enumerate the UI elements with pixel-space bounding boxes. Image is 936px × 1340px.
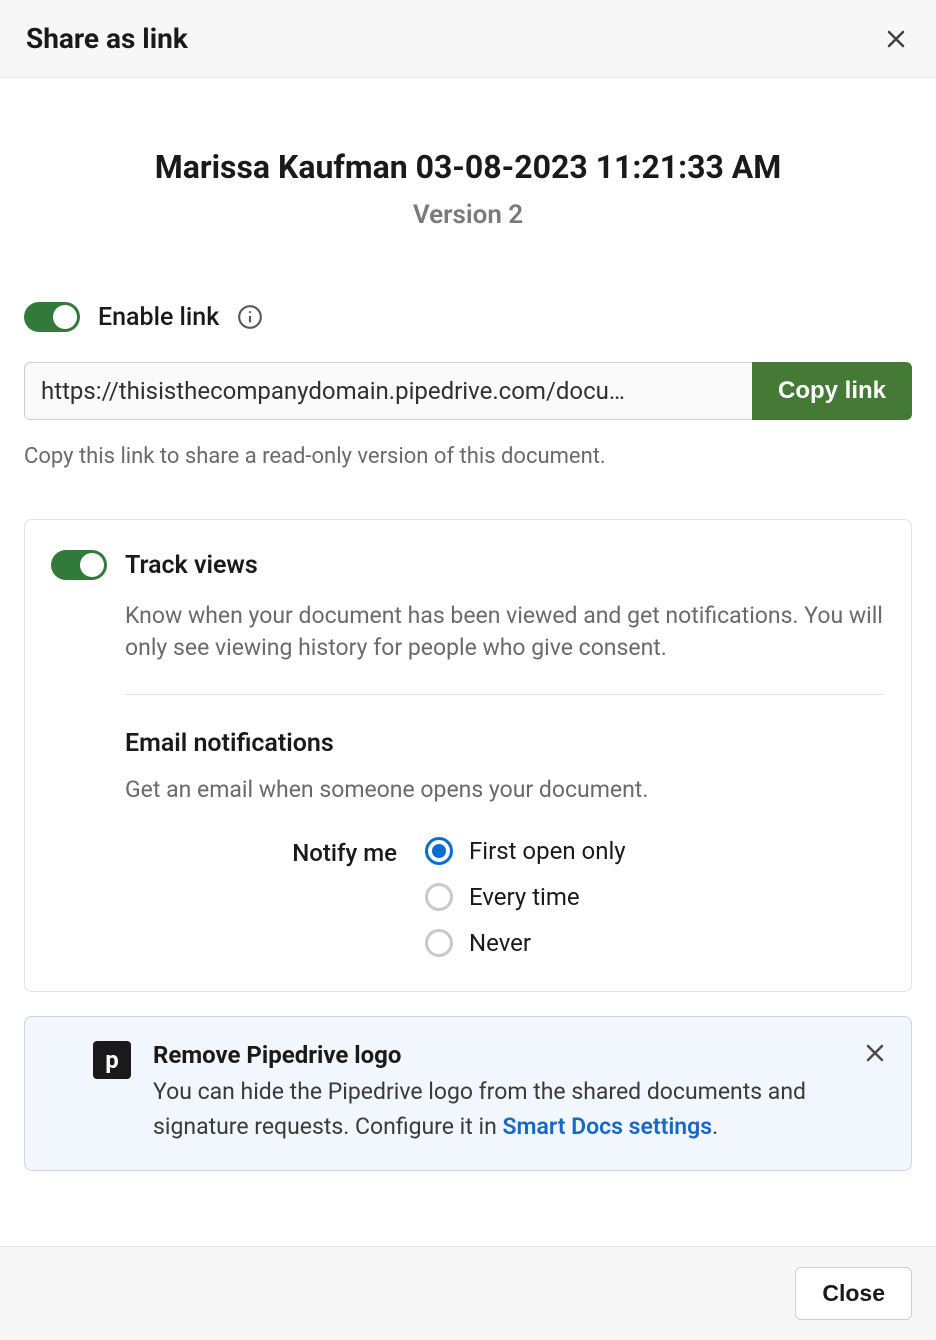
close-button[interactable]: Close: [795, 1267, 912, 1320]
radio-every-time[interactable]: Every time: [425, 883, 626, 911]
radio-icon: [425, 929, 453, 957]
pipedrive-logo-icon: p: [93, 1041, 131, 1079]
notify-radio-group: First open only Every time Never: [425, 837, 626, 957]
radio-never[interactable]: Never: [425, 929, 626, 957]
enable-link-section: Enable link https://thisisthecompanydoma…: [24, 302, 912, 469]
alert-text-suffix: .: [712, 1113, 718, 1140]
share-link-row: https://thisisthecompanydomain.pipedrive…: [24, 362, 912, 420]
alert-close-icon[interactable]: [863, 1041, 889, 1067]
info-icon[interactable]: [237, 304, 263, 330]
document-heading: Marissa Kaufman 03-08-2023 11:21:33 AM V…: [24, 78, 912, 230]
radio-label: Never: [469, 929, 531, 957]
share-link-input[interactable]: https://thisisthecompanydomain.pipedrive…: [24, 362, 752, 420]
enable-link-toggle[interactable]: [24, 302, 80, 332]
radio-label: First open only: [469, 837, 626, 865]
remove-logo-alert: p Remove Pipedrive logo You can hide the…: [24, 1016, 912, 1171]
alert-title: Remove Pipedrive logo: [153, 1041, 849, 1069]
track-views-card: Track views Know when your document has …: [24, 519, 912, 992]
email-notifications-description: Get an email when someone opens your doc…: [125, 776, 885, 803]
enable-link-label: Enable link: [98, 303, 219, 332]
document-version: Version 2: [24, 200, 912, 230]
email-notifications-title: Email notifications: [125, 729, 885, 758]
notify-me-label: Notify me: [292, 839, 397, 867]
radio-icon: [425, 883, 453, 911]
track-views-title: Track views: [125, 551, 258, 580]
alert-description: You can hide the Pipedrive logo from the…: [153, 1075, 849, 1144]
radio-label: Every time: [469, 883, 580, 911]
modal-body: Marissa Kaufman 03-08-2023 11:21:33 AM V…: [0, 78, 936, 1246]
radio-first-open-only[interactable]: First open only: [425, 837, 626, 865]
track-views-description: Know when your document has been viewed …: [125, 600, 885, 664]
notify-block: Notify me First open only Every time: [125, 837, 885, 957]
copy-link-button[interactable]: Copy link: [752, 362, 912, 420]
share-link-helper: Copy this link to share a read-only vers…: [24, 444, 912, 469]
close-icon[interactable]: [882, 25, 910, 53]
modal-footer: Close: [0, 1246, 936, 1340]
share-link-modal: Share as link Marissa Kaufman 03-08-2023…: [0, 0, 936, 1340]
track-views-toggle[interactable]: [51, 550, 107, 580]
modal-header: Share as link: [0, 0, 936, 78]
document-title: Marissa Kaufman 03-08-2023 11:21:33 AM: [24, 148, 912, 186]
divider: [125, 694, 885, 695]
radio-icon: [425, 837, 453, 865]
smart-docs-settings-link[interactable]: Smart Docs settings: [502, 1113, 712, 1140]
modal-title: Share as link: [26, 22, 188, 55]
